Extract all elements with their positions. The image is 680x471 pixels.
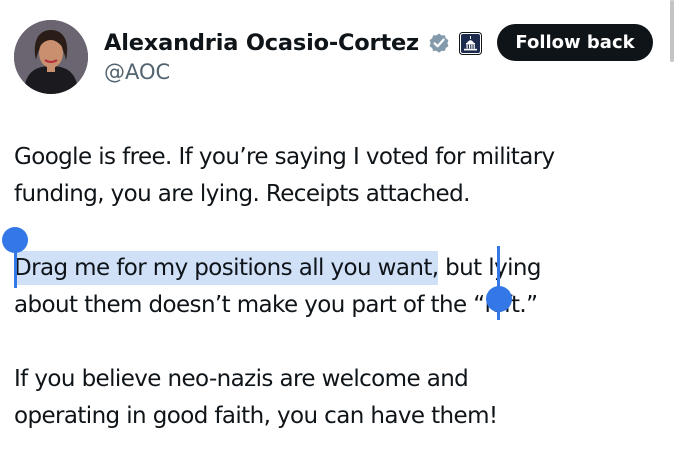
tweet-paragraph-1-line-2: funding, you are lying. Receipts attache…	[14, 181, 470, 207]
tweet-paragraph-2-line-2: about them doesn’t make you part of the …	[14, 292, 538, 318]
display-name[interactable]: Alexandria Ocasio-Cortez	[104, 30, 419, 56]
scrollbar[interactable]	[670, 0, 674, 62]
government-capitol-icon[interactable]	[458, 31, 482, 55]
follow-back-button[interactable]: Follow back	[497, 24, 653, 61]
tweet-paragraph-3-line-2: operating in good faith, you can have th…	[14, 403, 498, 429]
selection-end-handle[interactable]	[486, 286, 512, 312]
user-handle[interactable]: @AOC	[104, 60, 170, 84]
tweet-paragraph-2-line-1: Drag me for my positions all you want, b…	[14, 250, 664, 287]
tweet-paragraph-2-line-1-rest: but lying	[438, 255, 541, 281]
selection-start-handle[interactable]	[2, 227, 28, 253]
tweet-text: Google is free. If you’re saying I voted…	[14, 139, 664, 435]
verified-badge-icon[interactable]	[427, 31, 451, 55]
name-row: Alexandria Ocasio-Cortez	[104, 26, 482, 60]
selected-text[interactable]: Drag me for my positions all you want,	[14, 255, 439, 281]
tweet-paragraph-3-line-1: If you believe neo-nazis are welcome and	[14, 366, 469, 392]
tweet-paragraph-1-line-1: Google is free. If you’re saying I voted…	[14, 144, 555, 170]
avatar[interactable]	[14, 20, 88, 94]
